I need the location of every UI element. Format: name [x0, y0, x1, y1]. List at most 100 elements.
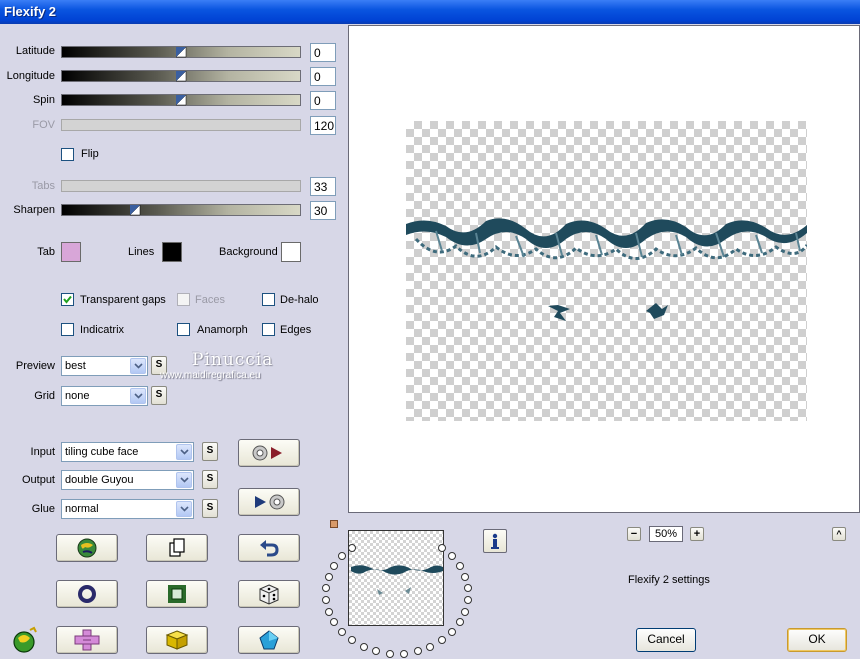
tab-color-swatch[interactable] — [61, 242, 81, 262]
de-halo-checkbox[interactable] — [262, 293, 275, 306]
ok-button[interactable]: OK — [787, 628, 847, 652]
randomize-button[interactable] — [56, 534, 118, 562]
navigator-dot[interactable] — [437, 636, 446, 645]
navigator-dot[interactable] — [325, 607, 334, 616]
chevron-down-icon[interactable] — [176, 444, 192, 460]
transparent-gaps-checkbox[interactable] — [61, 293, 74, 306]
navigator-dot[interactable] — [348, 636, 357, 645]
slider-thumb-icon[interactable] — [130, 204, 141, 216]
thumbnail-preview[interactable] — [348, 530, 444, 626]
glue-s-button[interactable]: S — [202, 499, 218, 518]
tabs-slider[interactable] — [61, 180, 301, 192]
navigator-dot[interactable] — [461, 572, 469, 581]
input-s-button[interactable]: S — [202, 442, 218, 461]
edges-checkbox[interactable] — [262, 323, 275, 336]
pentagon-button[interactable] — [238, 626, 300, 654]
navigator-dot[interactable] — [399, 649, 408, 658]
navigator-dot[interactable] — [455, 618, 464, 627]
preview-canvas[interactable] — [348, 25, 860, 513]
preview-select[interactable]: best — [61, 356, 148, 376]
title-bar[interactable]: Flexify 2 — [0, 0, 860, 24]
chevron-down-icon[interactable] — [176, 501, 192, 517]
glue-select[interactable]: normal — [61, 499, 194, 519]
navigator-dot[interactable] — [455, 561, 464, 570]
navigator-dot[interactable] — [413, 647, 422, 656]
collapse-button[interactable]: ^ — [832, 527, 846, 541]
navigator-dot[interactable] — [322, 596, 331, 605]
navigator-dot[interactable] — [463, 584, 472, 593]
cross-icon — [74, 629, 100, 651]
input-label: Input — [30, 446, 55, 458]
fov-value[interactable]: 120 — [310, 116, 336, 135]
output-to-input-button[interactable] — [238, 488, 300, 516]
anamorph-label: Anamorph — [197, 324, 248, 336]
navigator-dot[interactable] — [347, 543, 356, 552]
longitude-slider[interactable] — [61, 70, 301, 82]
undo-button[interactable] — [238, 534, 300, 562]
navigator-handle[interactable] — [330, 520, 338, 528]
navigator-dot[interactable] — [463, 596, 472, 605]
cancel-button[interactable]: Cancel — [636, 628, 696, 652]
input-to-output-button[interactable] — [238, 439, 300, 467]
navigator-dot[interactable] — [338, 628, 347, 637]
slider-thumb-icon[interactable] — [176, 46, 187, 58]
navigator-dot[interactable] — [330, 561, 339, 570]
spin-slider[interactable] — [61, 94, 301, 106]
info-button[interactable] — [483, 529, 507, 553]
watermark-url: www.maidiregrafica.eu — [160, 370, 261, 381]
cube-button[interactable] — [146, 626, 208, 654]
grid-select[interactable]: none — [61, 386, 148, 406]
navigator-dot[interactable] — [324, 572, 333, 581]
chevron-down-icon[interactable] — [176, 472, 192, 488]
navigator-dot[interactable] — [448, 552, 457, 561]
fov-slider[interactable] — [61, 119, 301, 131]
cube-icon — [165, 630, 189, 650]
output-select[interactable]: double Guyou — [61, 470, 194, 490]
anamorph-checkbox[interactable] — [177, 323, 190, 336]
dice-button[interactable] — [238, 580, 300, 608]
flexify-window: Flexify 2 Latitude 0 Longitude 0 Spin 0 … — [0, 0, 860, 659]
latitude-value[interactable]: 0 — [310, 43, 336, 62]
navigator-dot[interactable] — [460, 607, 469, 616]
navigator-dot[interactable] — [386, 649, 395, 658]
frame-button[interactable] — [146, 580, 208, 608]
grid-select-value: none — [65, 390, 90, 402]
chevron-down-icon[interactable] — [130, 388, 146, 404]
indicatrix-label: Indicatrix — [80, 324, 125, 336]
grid-s-button[interactable]: S — [151, 386, 167, 405]
sharpen-value[interactable]: 30 — [310, 201, 336, 220]
flip-checkbox[interactable] — [61, 148, 74, 161]
flip-label: Flip — [81, 148, 99, 160]
grid-label: Grid — [34, 390, 55, 402]
navigator-dot[interactable] — [447, 628, 456, 637]
slider-thumb-icon[interactable] — [176, 70, 187, 82]
chevron-down-icon[interactable] — [130, 358, 146, 374]
navigator-dot[interactable] — [359, 642, 368, 651]
indicatrix-checkbox[interactable] — [61, 323, 74, 336]
output-s-button[interactable]: S — [202, 470, 218, 489]
navigator-dot[interactable] — [330, 618, 339, 627]
output-select-value: double Guyou — [65, 474, 134, 486]
slider-thumb-icon[interactable] — [176, 94, 187, 106]
spin-value[interactable]: 0 — [310, 91, 336, 110]
navigator-dot[interactable] — [372, 647, 381, 656]
zoom-out-button[interactable]: − — [627, 527, 641, 541]
tabs-value[interactable]: 33 — [310, 177, 336, 196]
latitude-slider[interactable] — [61, 46, 301, 58]
faces-checkbox[interactable] — [177, 293, 190, 306]
latitude-label: Latitude — [15, 45, 55, 57]
lines-color-swatch[interactable] — [162, 242, 182, 262]
longitude-value[interactable]: 0 — [310, 67, 336, 86]
navigator-dot[interactable] — [438, 543, 447, 552]
zoom-in-button[interactable]: + — [690, 527, 704, 541]
navigator-dot[interactable] — [426, 642, 435, 651]
ring-button[interactable] — [56, 580, 118, 608]
background-color-swatch[interactable] — [281, 242, 301, 262]
navigator-dot[interactable] — [337, 552, 346, 561]
navigator-dot[interactable] — [322, 584, 331, 593]
sharpen-slider[interactable] — [61, 204, 301, 216]
copy-button[interactable] — [146, 534, 208, 562]
tab-color-label: Tab — [37, 246, 55, 258]
cross-button[interactable] — [56, 626, 118, 654]
input-select[interactable]: tiling cube face — [61, 442, 194, 462]
